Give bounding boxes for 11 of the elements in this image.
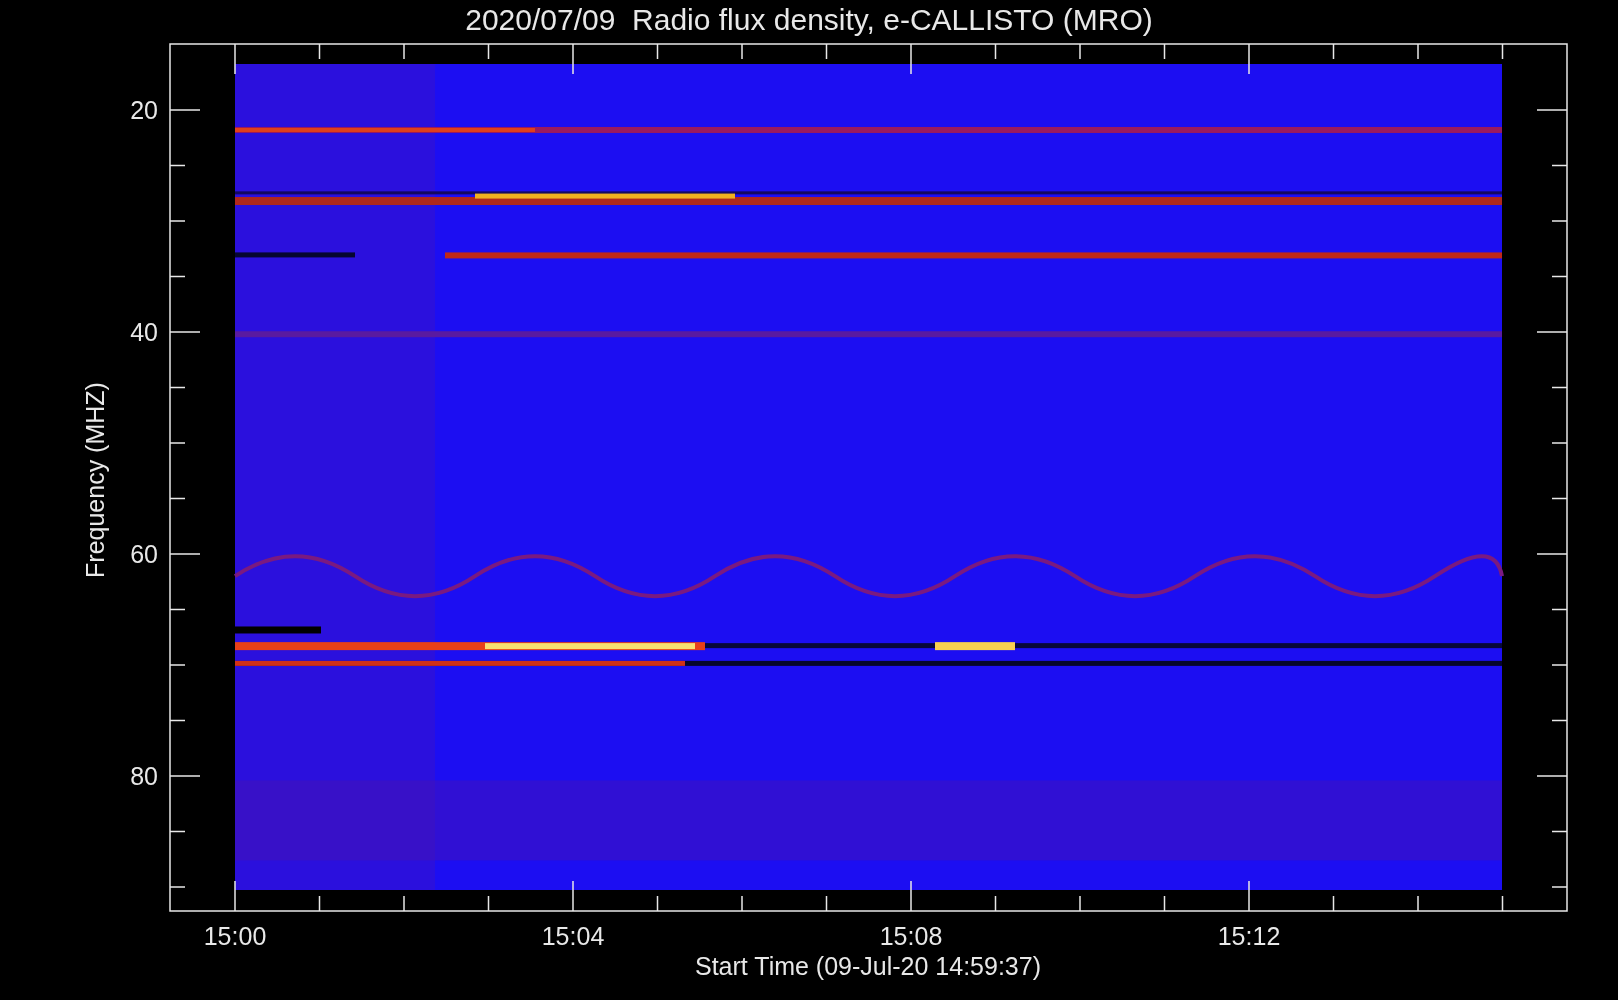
x-tick-label: 15:00	[203, 922, 267, 950]
x-tick-label: 15:08	[879, 922, 943, 950]
x-axis-label: Start Time (09-Jul-20 14:59:37)	[695, 952, 1041, 980]
x-tick-label: 15:12	[1217, 922, 1281, 950]
y-tick-label: 40	[130, 318, 158, 346]
y-axis-label: Frequency (MHZ)	[81, 382, 109, 578]
x-tick-label: 15:04	[541, 922, 605, 950]
y-tick-label: 60	[130, 540, 158, 568]
chart-title: 2020/07/09 Radio flux density, e-CALLISTO (MRO)	[465, 3, 1153, 36]
y-tick-label: 20	[130, 96, 158, 124]
y-tick-label: 80	[130, 762, 158, 790]
